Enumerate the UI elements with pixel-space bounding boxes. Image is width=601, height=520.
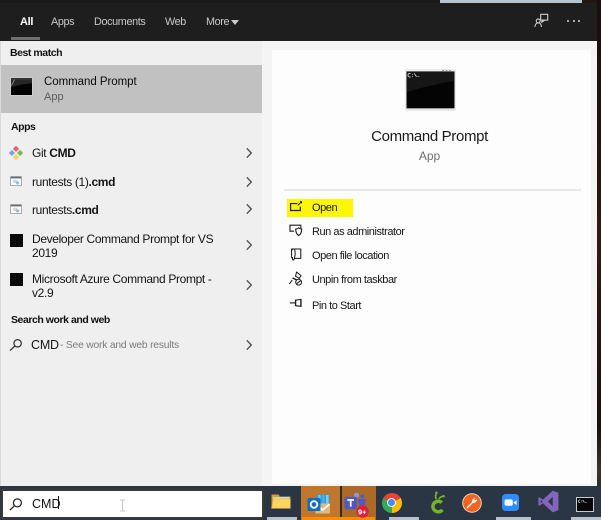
svg-text:9+: 9+ xyxy=(358,507,367,516)
